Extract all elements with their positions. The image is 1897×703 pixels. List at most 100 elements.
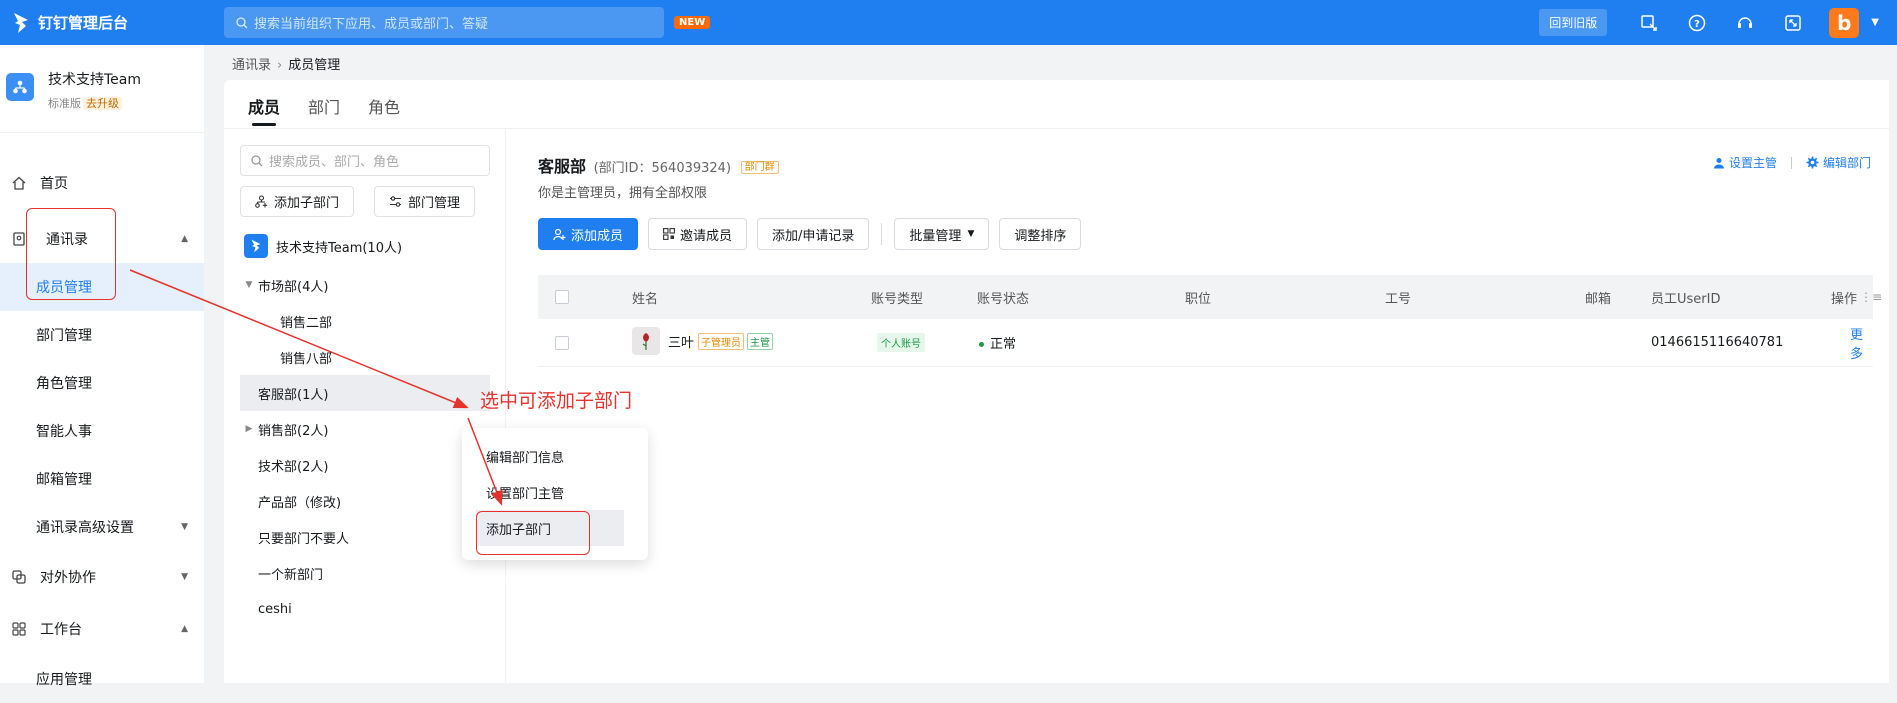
col-name: 姓名 [632,291,659,307]
add-sub-dept-button[interactable]: 添加子部门 [240,186,355,217]
select-all-checkbox[interactable] [555,290,569,304]
sidebar-item-contacts-advanced[interactable]: 通讯录高级设置 ▼ [0,503,204,551]
invite-member-button[interactable]: 邀请成员 [648,218,748,250]
sidebar-item-label: 对外协作 [40,570,96,586]
old-version-button[interactable]: 回到旧版 [1539,9,1608,36]
headset-icon[interactable] [1721,14,1769,32]
column-settings-icon[interactable]: ⋮≡ [1860,290,1882,304]
add-member-button[interactable]: 添加成员 [538,218,639,250]
tree-node-label: 销售部(2人) [258,423,329,439]
sidebar-item-smart-hr[interactable]: 智能人事 [0,407,204,455]
tree-search-input[interactable]: 搜索成员、部门、角色 [240,145,490,176]
user-avatar[interactable]: b [1829,7,1860,38]
sidebar-item-home[interactable]: 首页 [0,159,204,207]
sidebar-item-dept-management[interactable]: 部门管理 [0,311,204,359]
invite-member-label: 邀请成员 [680,228,733,244]
app-title: 钉钉管理后台 [38,14,129,32]
col-job-no: 工号 [1385,291,1412,307]
search-icon [251,154,263,167]
tab-roles[interactable]: 角色 [368,94,400,126]
help-icon[interactable]: ? [1673,14,1721,32]
tree-node[interactable]: ▶ 销售部(2人) [240,411,490,447]
status-dot [979,342,984,347]
tree-node[interactable]: 只要部门不要人 [240,519,490,555]
fullscreen-icon[interactable] [1769,14,1817,32]
edit-dept-link[interactable]: 编辑部门 [1806,154,1871,171]
search-icon [236,16,248,29]
dept-subtitle: 你是主管理员，拥有全部权限 [538,186,708,201]
tree-node[interactable]: 技术部(2人) [240,447,490,483]
translate-icon[interactable] [1625,14,1673,32]
tree-node[interactable]: ▼ 市场部(4人) [240,267,490,303]
dept-title: 客服部 (部门ID：564039324) 部门群 [538,153,779,177]
col-action: 操作 [1831,291,1858,307]
user-icon [1713,157,1724,168]
sidebar-item-mail-management[interactable]: 邮箱管理 [0,455,204,503]
tab-members[interactable]: 成员 [248,94,280,126]
tree-node-selected[interactable]: 客服部(1人) [240,375,490,411]
dept-manage-label: 部门管理 [408,196,461,211]
tabs: 成员 部门 角色 [248,94,400,126]
add-user-icon [553,228,566,241]
breadcrumb-current: 成员管理 [288,58,341,73]
tree-node[interactable]: ceshi [240,591,490,627]
sidebar-item-external-collab[interactable]: 对外协作 ▼ [0,551,204,603]
row-checkbox[interactable] [555,335,569,350]
tab-departments[interactable]: 部门 [308,94,340,126]
member-avatar[interactable] [632,327,660,355]
org-edition: 标准版 [48,97,81,110]
apply-records-button[interactable]: 添加/申请记录 [757,218,870,250]
upgrade-link[interactable]: 去升级 [83,97,122,110]
batch-manage-dropdown[interactable]: 批量管理 ▼ [894,218,990,250]
sidebar-item-app-management[interactable]: 应用管理 [0,655,204,703]
chevron-down-icon: ▼ [181,522,188,532]
sidebar-item-label: 角色管理 [36,376,92,392]
breadcrumb: 通讯录 › 成员管理 [232,54,340,73]
table-row[interactable]: 三叶 子管理员 主管 个人账号 正常 0146615116640781 更多 [538,319,1873,367]
chevron-up-icon: ▲ [181,624,188,634]
col-email: 邮箱 [1585,291,1612,307]
caret-down-icon[interactable]: ▼ [240,280,258,290]
tree-node[interactable]: 销售二部 [240,303,490,339]
app-logo[interactable]: 钉钉管理后台 [0,12,224,34]
tree-node-label: 销售八部 [280,351,333,367]
tree-root[interactable]: 技术支持Team(10人) [240,225,490,267]
set-supervisor-link[interactable]: 设置主管 [1713,154,1777,171]
dept-group-tag[interactable]: 部门群 [740,161,779,174]
dept-tree-panel: 搜索成员、部门、角色 添加子部门 部门管理 技术支持Team(10人) ▼ 市场部… [240,129,506,683]
batch-manage-label: 批量管理 [909,228,962,244]
dept-tree: 技术支持Team(10人) ▼ 市场部(4人) 销售二部 销售八部 客服部(1人)… [240,225,490,627]
more-link[interactable]: 更多 [1850,324,1873,362]
main-panel: 成员 部门 角色 搜索成员、部门、角色 添加子部门 部门管理 技术支持Team(… [224,80,1897,683]
org-header[interactable]: 技术支持Team 标准版 去升级 [0,45,204,133]
menu-edit-dept-info[interactable]: 编辑部门信息 [462,438,634,474]
add-member-label: 添加成员 [571,228,624,244]
tree-node-label: 产品部（修改) [258,495,342,511]
tree-node[interactable]: 一个新部门 [240,555,490,591]
dingtalk-logo-icon [14,12,28,33]
annotation-box [26,208,116,300]
tree-node-label: ceshi [258,601,292,617]
menu-set-dept-supervisor[interactable]: 设置部门主管 [462,474,634,510]
dept-id: (部门ID：564039324) [593,161,732,176]
org-add-icon [255,195,268,208]
caret-right-icon[interactable]: ▶ [240,424,258,434]
tree-node[interactable]: 销售八部 [240,339,490,375]
adjust-sort-button[interactable]: 调整排序 [999,218,1082,250]
table-header: 姓名 账号类型 账号状态 职位 工号 邮箱 员工UserID 操作 ⋮≡ [538,275,1882,319]
vertical-scrollbar[interactable] [1889,80,1897,683]
tree-search-placeholder: 搜索成员、部门、角色 [269,155,400,170]
supervisor-tag: 主管 [747,332,774,350]
member-name: 三叶 [668,335,695,351]
sidebar-item-role-management[interactable]: 角色管理 [0,359,204,407]
sidebar-item-workbench[interactable]: 工作台 ▲ [0,603,204,655]
breadcrumb-parent[interactable]: 通讯录 [232,58,271,73]
chevron-down-icon[interactable]: ▼ [1871,17,1879,28]
adjust-sort-label: 调整排序 [1014,228,1067,244]
global-search-input[interactable]: 搜索当前组织下应用、成员或部门、答疑 [224,7,664,38]
tree-node-label: 客服部(1人) [258,387,329,403]
annotation-text: 选中可添加子部门 [480,390,633,412]
tree-node[interactable]: 产品部（修改) [240,483,490,519]
dept-manage-button[interactable]: 部门管理 [374,186,476,217]
apply-records-label: 添加/申请记录 [772,228,855,244]
